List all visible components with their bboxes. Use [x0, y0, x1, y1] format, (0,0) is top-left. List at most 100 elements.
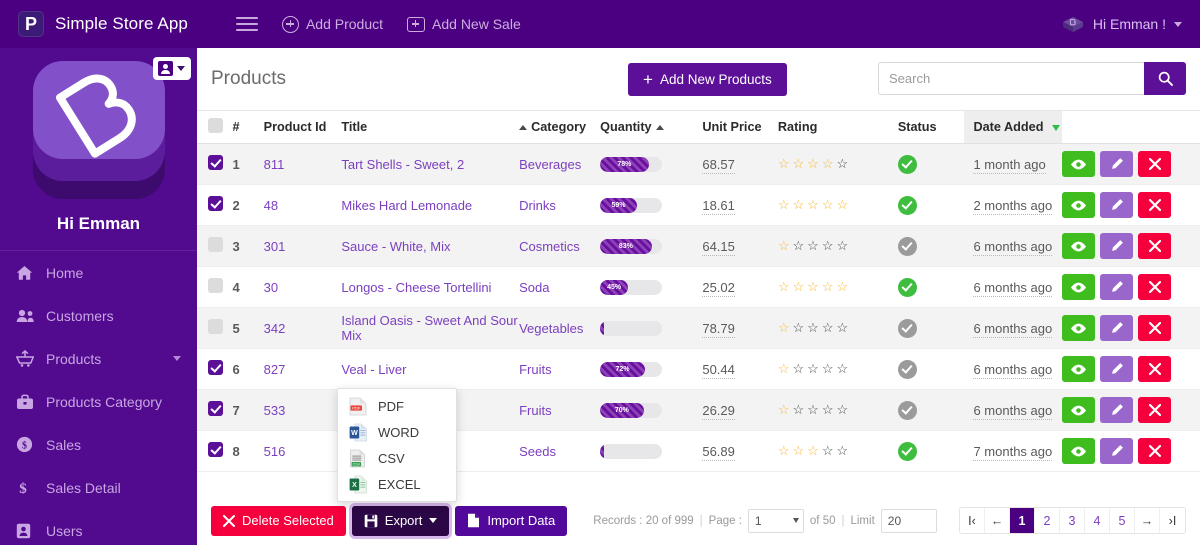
view-button[interactable]: [1062, 315, 1095, 341]
add-product-button[interactable]: Add Product: [282, 16, 383, 33]
cell-product-id[interactable]: 533: [264, 390, 342, 431]
pagination-page-4[interactable]: 4: [1085, 508, 1110, 533]
cell-product-id[interactable]: 48: [264, 185, 342, 226]
cell-title[interactable]: Island Oasis - Sweet And Sour Mix: [341, 308, 519, 349]
delete-button[interactable]: [1138, 274, 1171, 300]
limit-input[interactable]: [881, 509, 937, 533]
cell-select[interactable]: [197, 226, 233, 267]
cell-product-id[interactable]: 811: [264, 144, 342, 185]
cell-title[interactable]: Longos - Cheese Tortellini: [341, 267, 519, 308]
th-title[interactable]: Title: [341, 111, 519, 144]
th-rating[interactable]: Rating: [778, 111, 898, 144]
export-button[interactable]: Export: [352, 506, 450, 536]
cell-product-id[interactable]: 516: [264, 431, 342, 472]
edit-button[interactable]: [1100, 315, 1133, 341]
cell-select[interactable]: [197, 144, 233, 185]
view-button[interactable]: [1062, 397, 1095, 423]
pagination-last[interactable]: ›I: [1160, 508, 1185, 533]
th-product-id[interactable]: Product Id: [264, 111, 342, 144]
delete-selected-button[interactable]: Delete Selected: [211, 506, 346, 536]
cell-product-id[interactable]: 301: [264, 226, 342, 267]
export-option-word[interactable]: W WORD: [338, 419, 456, 445]
sidebar-item-sales-detail[interactable]: $ Sales Detail: [0, 466, 197, 509]
cell-product-id[interactable]: 342: [264, 308, 342, 349]
pagination-page-3[interactable]: 3: [1060, 508, 1085, 533]
delete-button[interactable]: [1138, 356, 1171, 382]
sidebar-item-sales[interactable]: $ Sales: [0, 423, 197, 466]
view-button[interactable]: [1062, 438, 1095, 464]
th-unit-price[interactable]: Unit Price: [702, 111, 778, 144]
cell-select[interactable]: [197, 390, 233, 431]
sidebar-item-customers[interactable]: Customers: [0, 294, 197, 337]
import-data-button[interactable]: Import Data: [455, 506, 567, 536]
sidebar-profile-button[interactable]: [153, 57, 191, 80]
add-new-products-button[interactable]: + Add New Products: [628, 63, 787, 96]
pagination-page-1[interactable]: 1: [1010, 508, 1035, 533]
th-date-added[interactable]: Date Added: [964, 111, 1062, 144]
cell-product-id[interactable]: 827: [264, 349, 342, 390]
delete-button[interactable]: [1138, 438, 1171, 464]
sidebar-item-products[interactable]: Products: [0, 337, 197, 380]
view-button[interactable]: [1062, 192, 1095, 218]
row-checkbox[interactable]: [208, 401, 223, 416]
cell-select[interactable]: [197, 185, 233, 226]
delete-button[interactable]: [1138, 151, 1171, 177]
edit-button[interactable]: [1100, 438, 1133, 464]
view-button[interactable]: [1062, 233, 1095, 259]
user-menu[interactable]: Hi Emman !: [1061, 13, 1182, 35]
page-select[interactable]: 1: [748, 509, 804, 533]
view-button[interactable]: [1062, 356, 1095, 382]
delete-button[interactable]: [1138, 397, 1171, 423]
cell-product-id[interactable]: 30: [264, 267, 342, 308]
cell-select[interactable]: [197, 431, 233, 472]
export-option-pdf[interactable]: PDF PDF: [338, 393, 456, 419]
cell-title[interactable]: Mikes Hard Lemonade: [341, 185, 519, 226]
th-number[interactable]: #: [233, 111, 264, 144]
row-checkbox[interactable]: [208, 319, 223, 334]
cell-title[interactable]: Tart Shells - Sweet, 2: [341, 144, 519, 185]
hamburger-icon[interactable]: [236, 13, 258, 35]
pagination-page-2[interactable]: 2: [1035, 508, 1060, 533]
edit-button[interactable]: [1100, 233, 1133, 259]
view-button[interactable]: [1062, 151, 1095, 177]
search-input[interactable]: [878, 62, 1144, 95]
cell-select[interactable]: [197, 267, 233, 308]
cell-select[interactable]: [197, 349, 233, 390]
search-button[interactable]: [1144, 62, 1186, 95]
pagination-page-5[interactable]: 5: [1110, 508, 1135, 533]
delete-button[interactable]: [1138, 233, 1171, 259]
delete-button[interactable]: [1138, 192, 1171, 218]
edit-button[interactable]: [1100, 274, 1133, 300]
delete-button[interactable]: [1138, 315, 1171, 341]
export-option-csv[interactable]: CSV CSV: [338, 445, 456, 471]
row-checkbox[interactable]: [208, 237, 223, 252]
view-button[interactable]: [1062, 274, 1095, 300]
sidebar-item-home[interactable]: Home: [0, 251, 197, 294]
edit-button[interactable]: [1100, 397, 1133, 423]
pagination-first[interactable]: I‹: [960, 508, 985, 533]
select-all-checkbox[interactable]: [208, 118, 223, 133]
cell-title[interactable]: Sauce - White, Mix: [341, 226, 519, 267]
brand[interactable]: P Simple Store App: [18, 11, 188, 37]
table-row: 6827Veal - LiverFruits72%50.44☆☆☆☆☆6 mon…: [197, 349, 1200, 390]
edit-button[interactable]: [1100, 192, 1133, 218]
export-option-excel[interactable]: X EXCEL: [338, 471, 456, 497]
edit-button[interactable]: [1100, 356, 1133, 382]
th-quantity[interactable]: Quantity: [600, 111, 702, 144]
cell-select[interactable]: [197, 308, 233, 349]
row-checkbox[interactable]: [208, 196, 223, 211]
th-select-all[interactable]: [197, 111, 233, 144]
row-checkbox[interactable]: [208, 442, 223, 457]
th-category[interactable]: Category: [519, 111, 600, 144]
pagination-next[interactable]: →: [1135, 508, 1160, 533]
row-checkbox[interactable]: [208, 360, 223, 375]
pagination-prev[interactable]: ←: [985, 508, 1010, 533]
add-new-sale-button[interactable]: Add New Sale: [407, 16, 521, 32]
row-checkbox[interactable]: [208, 155, 223, 170]
th-status[interactable]: Status: [898, 111, 965, 144]
sidebar-item-users[interactable]: Users: [0, 509, 197, 545]
cell-title[interactable]: Veal - Liver: [341, 349, 519, 390]
edit-button[interactable]: [1100, 151, 1133, 177]
sidebar-item-products-category[interactable]: Products Category: [0, 380, 197, 423]
row-checkbox[interactable]: [208, 278, 223, 293]
